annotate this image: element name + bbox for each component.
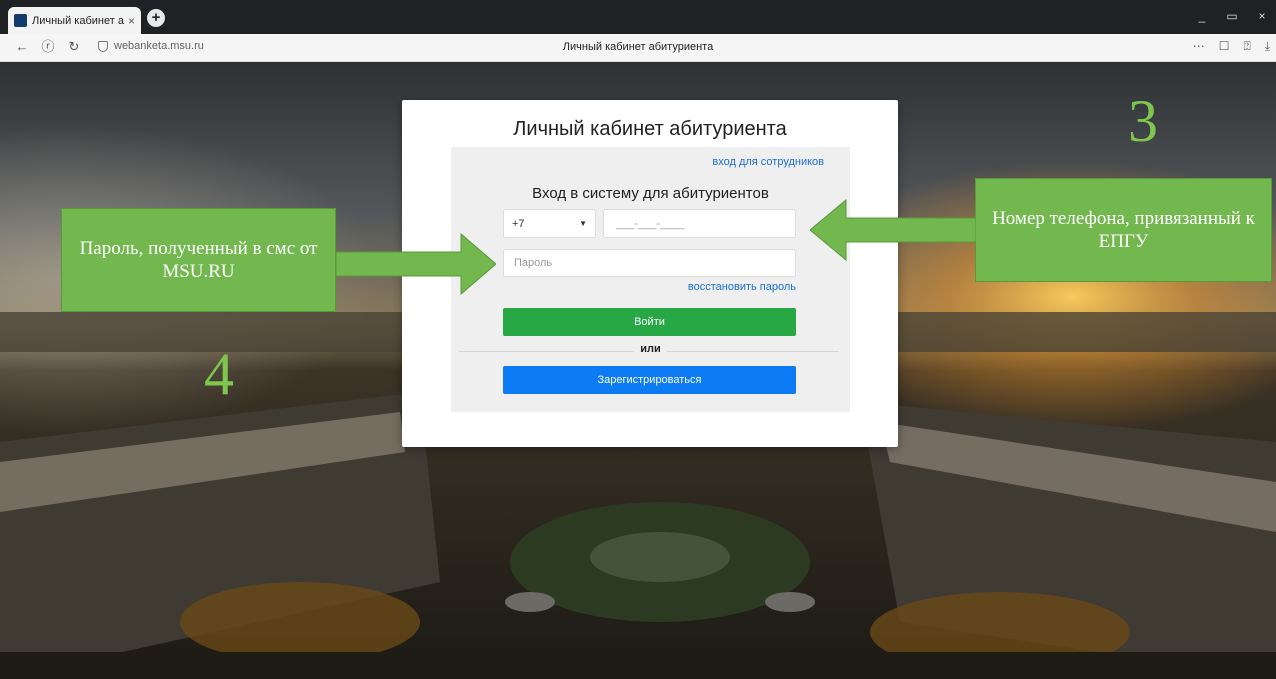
phone-hint-callout: Номер телефона, привязанный к ЕПГУ [975,178,1272,282]
shield-icon [98,40,108,52]
page-viewport: Личный кабинет абитуриента вход для сотр… [0,62,1276,679]
url-text[interactable]: webanketa.msu.ru [114,40,204,52]
register-button[interactable]: Зарегистрироваться [503,366,796,394]
tab-close-icon[interactable]: × [128,14,135,28]
chevron-down-icon: ▼ [579,219,587,228]
window-close-icon[interactable]: × [1254,9,1270,23]
arrow-right-icon [336,232,496,296]
login-heading: Вход в систему для абитуриентов [532,185,769,202]
login-button[interactable]: Войти [503,308,796,336]
browser-tab[interactable]: Личный кабинет абиту × [8,7,141,34]
password-hint-callout: Пароль, полученный в смс от MSU.RU [61,208,336,312]
restore-password-link[interactable]: восстановить пароль [688,281,796,293]
new-tab-button[interactable]: + [147,9,165,27]
more-icon[interactable]: ⋯ [1193,39,1205,54]
address-bar[interactable]: webanketa.msu.ru [98,40,204,52]
window-controls: _ ▭ × [1194,9,1270,23]
country-code-select[interactable]: +7 ▼ [503,209,596,238]
phone-input[interactable]: ___-___-____ [603,209,796,238]
staff-login-link[interactable]: вход для сотрудников [712,156,824,168]
browser-tab-bar: Личный кабинет абиту × + _ ▭ × [0,0,1276,34]
maximize-icon[interactable]: ▭ [1224,9,1240,23]
nav-right-tools: ⋯ ☐ ⍰ ⤓ [1193,39,1270,54]
minimize-icon[interactable]: _ [1194,9,1210,23]
msu-favicon-icon [14,14,27,27]
or-separator: или [451,343,850,355]
page-title: Личный кабинет абитуриента [513,118,787,140]
country-code-value: +7 [512,217,525,230]
collections-icon[interactable]: ⍰ [1243,39,1250,54]
step-number-3: 3 [1128,88,1158,154]
password-input[interactable]: Пароль [503,249,796,277]
arrow-left-icon [810,198,976,262]
bookmark-icon[interactable]: ☐ [1219,39,1230,54]
step-number-4: 4 [204,341,234,407]
or-label: или [634,343,667,355]
login-form: вход для сотрудников Вход в систему для … [451,147,850,412]
tab-title: Личный кабинет абиту [32,14,124,27]
download-icon[interactable]: ⤓ [1265,39,1270,54]
browser-nav-bar: ← ⓡ ↻ Личный кабинет абитуриента webanke… [0,34,1276,62]
